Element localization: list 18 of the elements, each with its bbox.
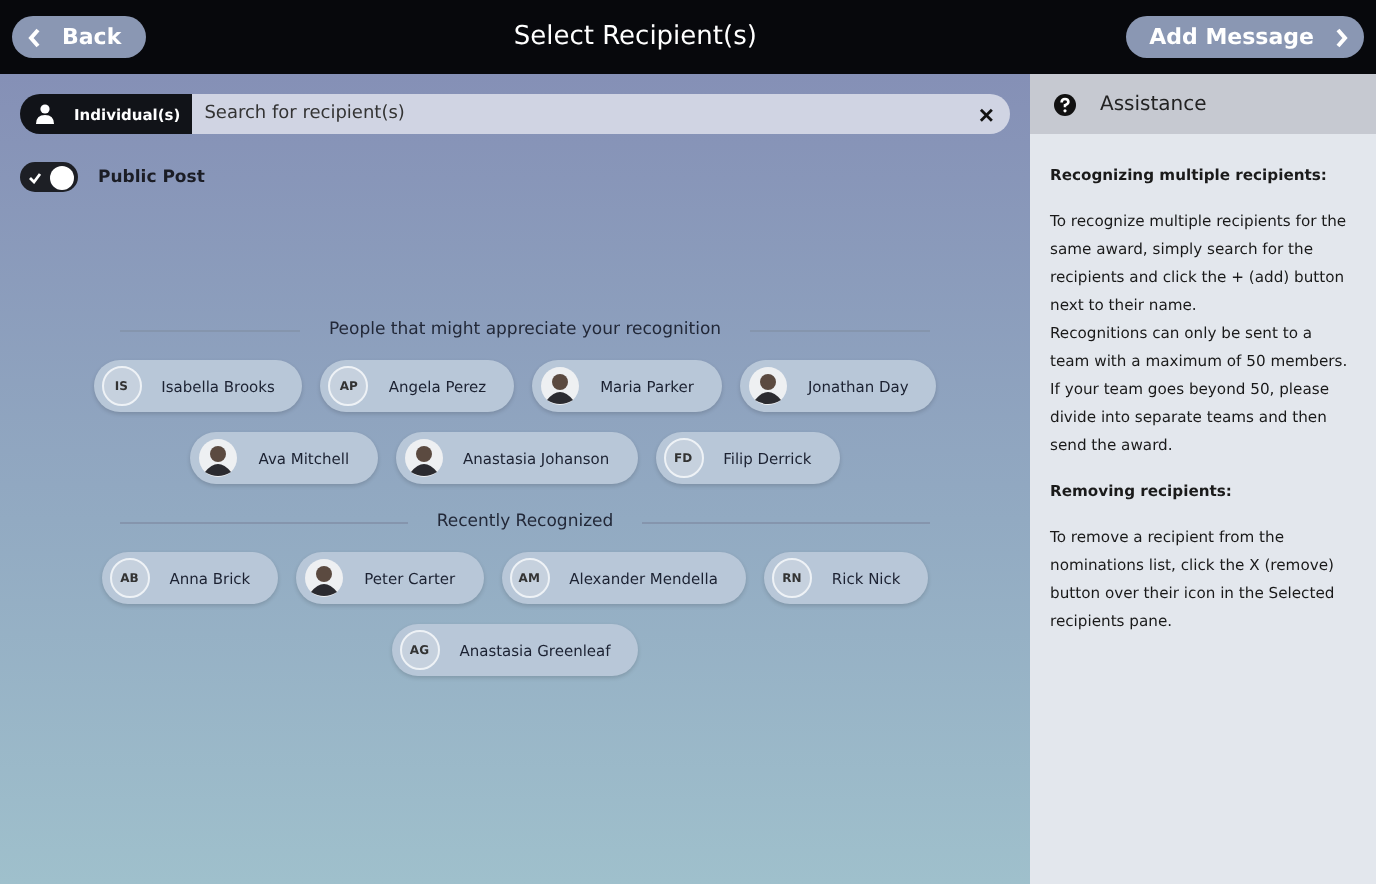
assistance-title: Assistance bbox=[1100, 93, 1207, 115]
public-post-toggle[interactable] bbox=[20, 162, 78, 192]
public-post-label: Public Post bbox=[98, 167, 205, 187]
chevron-right-icon bbox=[1333, 27, 1348, 47]
person-icon bbox=[36, 104, 54, 124]
clear-button[interactable]: × bbox=[962, 94, 1010, 134]
help-icon bbox=[1054, 93, 1076, 115]
search-field[interactable]: Search for recipient(s) bbox=[192, 94, 963, 134]
avatar-icon bbox=[540, 366, 581, 406]
page-title: Select Recipient(s) bbox=[513, 22, 757, 52]
check-icon bbox=[28, 171, 42, 183]
avatar-icon bbox=[747, 366, 788, 406]
avatar-icon bbox=[304, 558, 345, 598]
avatar-icon bbox=[198, 438, 239, 478]
avatar-icon bbox=[403, 438, 444, 478]
chevron-left-icon bbox=[28, 27, 42, 47]
section-title: Recently Recognized bbox=[436, 512, 614, 532]
section-title: People that might appreciate your recognition bbox=[328, 320, 722, 340]
